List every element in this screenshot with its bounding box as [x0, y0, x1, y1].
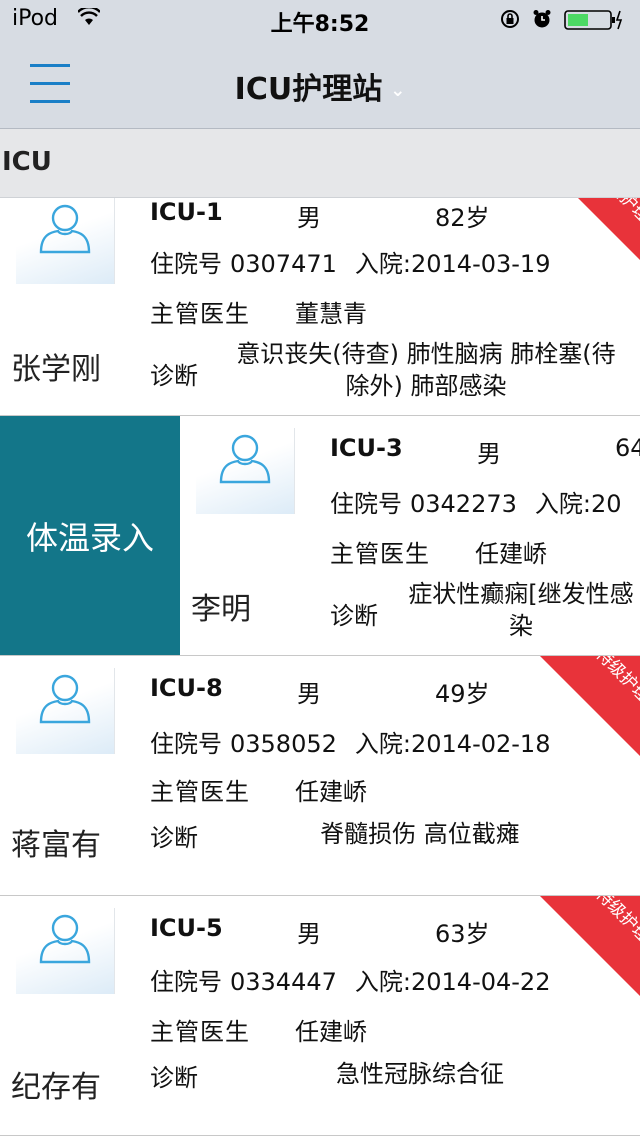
gender: 男	[477, 440, 501, 468]
section-header: ICU	[0, 129, 640, 198]
patient-name: 张学刚	[11, 352, 101, 387]
admission-label: 住院号	[330, 490, 402, 518]
patient-name: 李明	[191, 592, 251, 627]
age: 64	[615, 434, 640, 462]
avatar	[196, 428, 295, 514]
temperature-entry-button[interactable]: 体温录入	[0, 416, 180, 655]
patient-row[interactable]: ICU-8 男 49岁 住院号 0358052 入院:2014-02-18 主管医生…	[0, 656, 640, 896]
avatar	[16, 668, 115, 754]
diagnosis-text: 急性冠脉综合征	[336, 1060, 504, 1088]
patient-card[interactable]: ICU-8 男 49岁 住院号 0358052 入院:2014-02-18 主管医生…	[0, 656, 640, 895]
bed-number: ICU-1	[150, 198, 223, 226]
doctor-label: 主管医生	[150, 300, 250, 328]
person-avatar-icon	[39, 914, 91, 964]
diagnosis-label: 诊断	[150, 362, 198, 390]
admission-info: 住院号 0307471 入院:2014-03-19	[150, 244, 550, 279]
bed-number: ICU-3	[330, 434, 403, 462]
admission-label: 住院号	[150, 250, 222, 278]
person-avatar-icon	[39, 674, 91, 724]
special-care-badge: 特级护理	[540, 896, 640, 996]
admission-number: 0342273	[410, 490, 517, 518]
admission-label: 住院号	[150, 968, 222, 996]
section-title: ICU	[2, 147, 52, 177]
diagnosis-text: 脊髓损伤 高位截瘫	[320, 820, 520, 848]
age: 49岁	[435, 680, 490, 708]
admit-date: 20	[590, 490, 622, 518]
patient-row[interactable]: 体温录入 ICU-3 男 64 住院号 0342273 入院:20 主管医生 任建峤…	[0, 416, 640, 656]
patient-row[interactable]: ICU-1 男 82岁 住院号 0307471 入院:2014-03-19 主管医生…	[0, 198, 640, 416]
age: 82岁	[435, 204, 490, 232]
gender: 男	[297, 680, 321, 708]
admission-number: 0358052	[230, 730, 337, 758]
admission-label: 住院号	[150, 730, 222, 758]
admission-info: 住院号 0342273 入院:20	[330, 484, 622, 519]
gender: 男	[297, 920, 321, 948]
page-title: ICU护理站	[234, 72, 383, 107]
doctor-name: 任建峤	[475, 540, 547, 568]
doctor-label: 主管医生	[330, 540, 430, 568]
chevron-down-icon: ⌄	[390, 80, 406, 101]
patient-name: 蒋富有	[11, 828, 101, 863]
diagnosis-text: 意识丧失(待查) 肺性脑病 肺栓塞(待除外) 肺部感染	[236, 340, 616, 400]
admission-info: 住院号 0358052 入院:2014-02-18	[150, 724, 550, 759]
patient-card[interactable]: ICU-5 男 63岁 住院号 0334447 入院:2014-04-22 主管医生…	[0, 896, 640, 1135]
patient-card[interactable]: ICU-3 男 64 住院号 0342273 入院:20 主管医生 任建峤 李明 诊…	[180, 416, 640, 655]
patient-list[interactable]: ICU-1 男 82岁 住院号 0307471 入院:2014-03-19 主管医生…	[0, 198, 640, 1136]
diagnosis-label: 诊断	[150, 1064, 198, 1092]
patient-row[interactable]: ICU-5 男 63岁 住院号 0334447 入院:2014-04-22 主管医生…	[0, 896, 640, 1136]
doctor-label: 主管医生	[150, 1018, 250, 1046]
admission-number: 0307471	[230, 250, 337, 278]
admit-date: 2014-04-22	[410, 968, 551, 996]
special-care-badge: 特级护理	[540, 656, 640, 756]
station-selector[interactable]: ICU护理站 ⌄	[0, 64, 640, 108]
diagnosis-label: 诊断	[150, 824, 198, 852]
status-bar: iPod 上午8:52	[0, 0, 640, 40]
rotation-lock-icon	[501, 10, 519, 28]
diagnosis-label: 诊断	[330, 602, 378, 630]
doctor-name: 任建峤	[295, 778, 367, 806]
battery-icon	[564, 10, 623, 30]
admission-info: 住院号 0334447 入院:2014-04-22	[150, 962, 550, 997]
diagnosis-text: 症状性癫痫[继发性感染	[408, 580, 634, 640]
admit-label: 入院:	[354, 968, 411, 996]
admit-label: 入院:	[354, 730, 411, 758]
patient-name: 纪存有	[11, 1070, 101, 1105]
avatar	[16, 908, 115, 994]
bed-number: ICU-5	[150, 914, 223, 942]
admission-number: 0334447	[230, 968, 337, 996]
doctor-label: 主管医生	[150, 778, 250, 806]
person-avatar-icon	[219, 434, 271, 484]
gender: 男	[297, 204, 321, 232]
admit-label: 入院:	[354, 250, 411, 278]
doctor-name: 董慧青	[295, 300, 367, 328]
special-care-badge: 特级护理	[540, 198, 640, 276]
doctor-name: 任建峤	[295, 1018, 367, 1046]
bed-number: ICU-8	[150, 674, 223, 702]
navigation-bar: ICU护理站 ⌄	[0, 40, 640, 129]
temperature-entry-label: 体温录入	[25, 518, 154, 557]
person-avatar-icon	[39, 204, 91, 254]
patient-card[interactable]: ICU-1 男 82岁 住院号 0307471 入院:2014-03-19 主管医生…	[0, 198, 640, 415]
admit-date: 2014-02-18	[410, 730, 551, 758]
avatar	[16, 198, 115, 284]
alarm-icon	[533, 10, 551, 28]
age: 63岁	[435, 920, 490, 948]
admit-date: 2014-03-19	[410, 250, 551, 278]
admit-label: 入院:	[534, 490, 591, 518]
